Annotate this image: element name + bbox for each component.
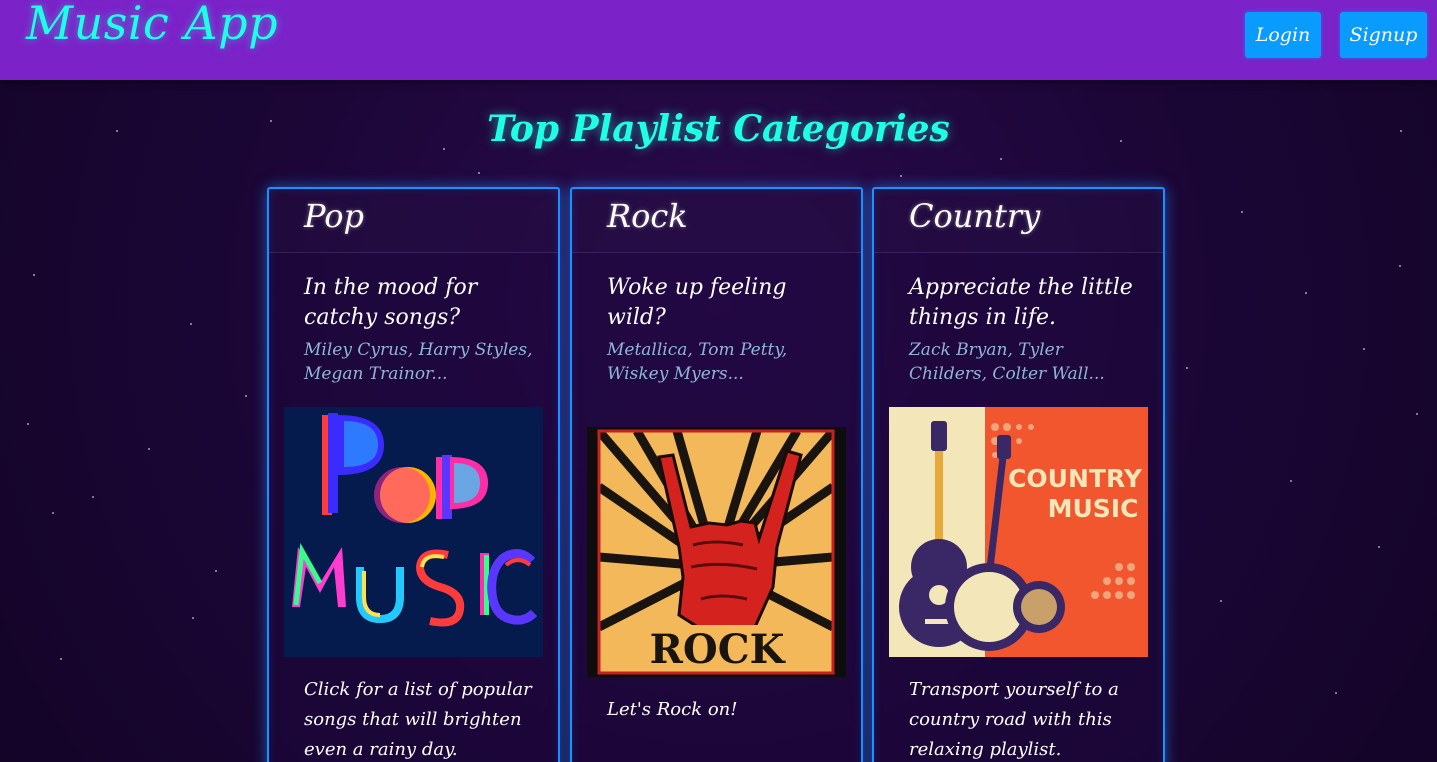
card-title: Country xyxy=(909,197,1041,235)
rock-hand-art[interactable]: ROCK xyxy=(587,427,846,677)
card-artists: Metallica, Tom Petty, Wiskey Myers... xyxy=(607,340,788,384)
brand-logo[interactable]: Music App xyxy=(26,0,278,50)
card-description: Let's Rock on! xyxy=(607,699,738,720)
country-art-label-1: COUNTRY xyxy=(1008,464,1143,493)
signup-button[interactable]: Signup xyxy=(1340,12,1427,58)
country-art-label-2: MUSIC xyxy=(1048,494,1139,523)
category-card-country[interactable]: Country Appreciate the little things in … xyxy=(872,187,1165,762)
category-card-pop[interactable]: Pop In the mood for catchy songs? Miley … xyxy=(267,187,560,762)
card-description: Click for a list of popular songs that w… xyxy=(304,679,532,760)
card-title: Rock xyxy=(607,197,688,235)
card-subtitle: In the mood for catchy songs? xyxy=(304,275,478,330)
category-card-rock[interactable]: Rock Woke up feeling wild? Metallica, To… xyxy=(570,187,863,762)
card-artists: Zack Bryan, Tyler Childers, Colter Wall.… xyxy=(909,340,1105,384)
card-header: Pop xyxy=(269,189,558,253)
section-title: Top Playlist Categories xyxy=(487,108,950,150)
card-title: Pop xyxy=(304,197,364,235)
card-artists: Miley Cyrus, Harry Styles, Megan Trainor… xyxy=(304,340,533,384)
top-navbar: Music App Login Signup xyxy=(0,0,1437,80)
card-description: Transport yourself to a country road wit… xyxy=(909,679,1119,760)
country-guitar-art[interactable]: COUNTRY MUSIC xyxy=(889,407,1148,657)
card-subtitle: Appreciate the little things in life. xyxy=(909,275,1133,330)
card-subtitle: Woke up feeling wild? xyxy=(607,275,787,330)
pop-music-art[interactable] xyxy=(284,407,543,657)
login-button[interactable]: Login xyxy=(1245,12,1321,58)
card-header: Country xyxy=(874,189,1163,253)
card-header: Rock xyxy=(572,189,861,253)
rock-art-label: ROCK xyxy=(650,626,786,673)
